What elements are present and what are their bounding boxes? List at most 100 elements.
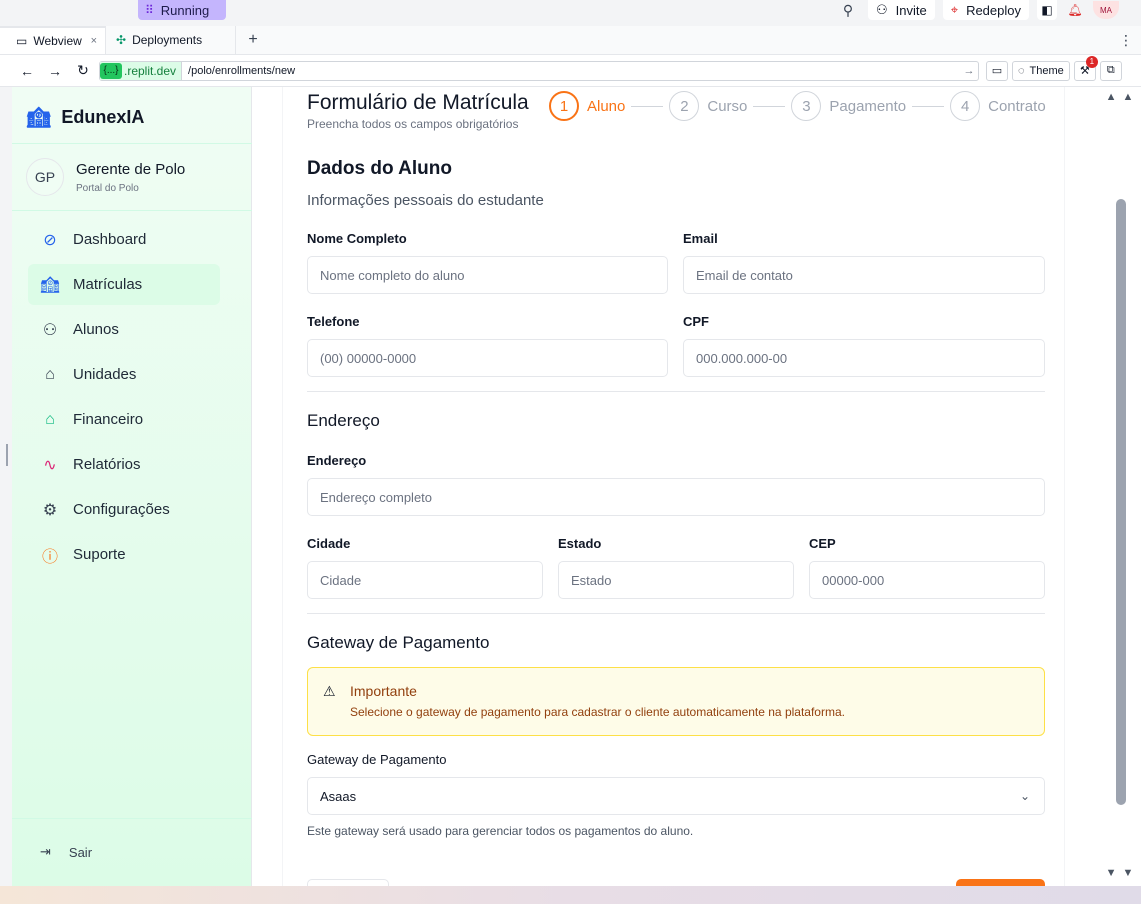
back-button[interactable] bbox=[307, 879, 389, 886]
devtools-button[interactable]: ⚒ 1 bbox=[1073, 55, 1098, 81]
store-icon: ⌂ bbox=[45, 365, 55, 383]
scroll-down-icon[interactable]: ▼▼ bbox=[1104, 867, 1141, 879]
sidebar-item-financeiro[interactable]: ⌂ Financeiro bbox=[28, 399, 220, 440]
step-curso[interactable]: 2 Curso bbox=[669, 91, 747, 121]
email-input[interactable] bbox=[683, 256, 1045, 294]
deploy-icon: ⌖ bbox=[950, 2, 959, 17]
running-status[interactable]: ⠿ Running bbox=[138, 0, 226, 20]
os-taskbar bbox=[0, 886, 1141, 904]
panel-toggle-button[interactable]: ◧ bbox=[1037, 0, 1057, 20]
avatar: GP bbox=[26, 158, 64, 196]
sidebar: 🏫︎ EdunexIA GP Gerente de Polo Portal do… bbox=[12, 87, 252, 886]
deployments-icon: ✣ bbox=[116, 33, 127, 47]
devices-button[interactable]: ▭ bbox=[986, 60, 1008, 81]
alert-message: Selecione o gateway de pagamento para ca… bbox=[350, 705, 845, 719]
url-path: /polo/enrollments/new bbox=[188, 64, 296, 77]
cpf-input[interactable] bbox=[683, 339, 1045, 377]
sidebar-item-unidades[interactable]: ⌂ Unidades bbox=[28, 354, 220, 395]
cep-input[interactable] bbox=[809, 561, 1045, 599]
step-aluno[interactable]: 1 Aluno bbox=[549, 91, 625, 121]
step-connector bbox=[912, 105, 945, 107]
more-vertical-icon[interactable]: ⋮ bbox=[1111, 26, 1141, 54]
next-button[interactable] bbox=[956, 879, 1045, 886]
new-tab-button[interactable]: + bbox=[236, 26, 270, 54]
name-input[interactable] bbox=[307, 256, 668, 294]
user-profile: GP Gerente de Polo Portal do Polo bbox=[26, 158, 185, 196]
divider bbox=[12, 210, 252, 211]
user-avatar[interactable]: MA bbox=[1093, 1, 1119, 19]
scrollbar-thumb[interactable] bbox=[1116, 199, 1126, 805]
section-desc-student: Informações pessoais do estudante bbox=[307, 192, 544, 209]
phone-input[interactable] bbox=[307, 339, 668, 377]
resize-handle[interactable] bbox=[6, 444, 8, 466]
reload-icon[interactable]: ↻ bbox=[69, 62, 97, 79]
address-input[interactable] bbox=[307, 478, 1045, 516]
users-icon: ⚇ bbox=[42, 321, 58, 339]
redeploy-button[interactable]: ⌖ Redeploy bbox=[942, 0, 1029, 20]
alert-title: Importante bbox=[350, 683, 417, 699]
section-title-gateway: Gateway de Pagamento bbox=[307, 633, 490, 652]
sidebar-item-suporte[interactable]: ⓘ Suporte bbox=[28, 534, 220, 575]
cep-label: CEP bbox=[809, 536, 836, 551]
chart-icon: ∿ bbox=[43, 456, 57, 474]
eye-off-icon: ⊘ bbox=[43, 231, 57, 249]
step-connector bbox=[631, 105, 664, 107]
add-user-icon: ⚇ bbox=[876, 2, 888, 17]
invite-button[interactable]: ⚇ Invite bbox=[868, 0, 935, 20]
enrollment-form: Formulário de Matrícula Preencha todos o… bbox=[282, 87, 1065, 886]
close-tab-icon[interactable]: × bbox=[91, 35, 97, 47]
running-label: Running bbox=[160, 2, 210, 18]
tab-deployments[interactable]: ✣ Deployments bbox=[106, 26, 236, 54]
pane-edge bbox=[0, 87, 12, 886]
search-icon[interactable]: ⚲ bbox=[836, 2, 860, 19]
sidebar-item-configuracoes[interactable]: ⚙ Configurações bbox=[28, 489, 220, 530]
stepper: 1 Aluno 2 Curso 3 Pagamento 4 Contrato bbox=[549, 91, 1046, 121]
sidebar-item-dashboard[interactable]: ⊘ Dashboard bbox=[28, 219, 220, 260]
grid-icon: ⠿ bbox=[145, 3, 154, 17]
sidebar-item-alunos[interactable]: ⚇ Alunos bbox=[28, 309, 220, 350]
divider bbox=[307, 391, 1045, 392]
user-role: Portal do Polo bbox=[76, 182, 139, 194]
tab-webview[interactable]: ▭ Webview × bbox=[0, 26, 106, 54]
monitor-icon: ▭ bbox=[991, 65, 1003, 77]
sidebar-item-matriculas[interactable]: 🏫︎ Matrículas bbox=[28, 264, 220, 305]
webview: 🏫︎ EdunexIA GP Gerente de Polo Portal do… bbox=[12, 87, 1141, 886]
sidebar-nav: ⊘ Dashboard 🏫︎ Matrículas ⚇ Alunos ⌂ Uni… bbox=[28, 219, 220, 579]
gateway-select[interactable]: Asaas ⌄ bbox=[307, 777, 1045, 815]
state-input[interactable] bbox=[558, 561, 794, 599]
page-subtitle: Preencha todos os campos obrigatórios bbox=[307, 117, 519, 131]
cpf-label: CPF bbox=[683, 314, 709, 329]
page-title: Formulário de Matrícula bbox=[307, 91, 529, 114]
sidebar-item-relatorios[interactable]: ∿ Relatórios bbox=[28, 444, 220, 485]
webview-urlbar: ← → ↻ {...} .replit.dev /polo/enrollment… bbox=[0, 55, 1141, 87]
help-icon: ⓘ bbox=[41, 548, 58, 566]
gear-icon: ⚙ bbox=[42, 501, 58, 519]
section-title-student: Dados do Aluno bbox=[307, 158, 452, 179]
arrow-right-icon[interactable]: → bbox=[960, 65, 978, 77]
scroll-up-icon[interactable]: ▲▲ bbox=[1104, 91, 1141, 103]
step-connector bbox=[753, 105, 786, 107]
divider bbox=[12, 143, 252, 144]
replit-topbar: ⠿ Running ⚲ ⚇ Invite ⌖ Redeploy ◧ 🔔︎ MA bbox=[0, 0, 1141, 26]
address-label: Endereço bbox=[307, 453, 367, 468]
school-icon: 🏫︎ bbox=[26, 107, 52, 129]
bell-icon[interactable]: 🔔︎ bbox=[1065, 3, 1085, 17]
back-icon[interactable]: ← bbox=[13, 63, 41, 79]
dev-chip: {...} bbox=[100, 62, 122, 79]
step-contrato[interactable]: 4 Contrato bbox=[950, 91, 1046, 121]
name-label: Nome Completo bbox=[307, 231, 407, 246]
email-label: Email bbox=[683, 231, 718, 246]
main-scroll-area: Formulário de Matrícula Preencha todos o… bbox=[252, 87, 1141, 886]
step-pagamento[interactable]: 3 Pagamento bbox=[791, 91, 906, 121]
theme-button[interactable]: ◌ Theme bbox=[1012, 60, 1070, 81]
logout-icon: ⇥ bbox=[40, 844, 51, 859]
scrollbar[interactable]: ▲▲ ▼▼ bbox=[1104, 87, 1141, 886]
open-external-button[interactable]: ⧉ bbox=[1099, 60, 1122, 81]
monitor-icon: ▭ bbox=[16, 34, 28, 48]
school-icon: 🏫︎ bbox=[40, 276, 61, 294]
city-input[interactable] bbox=[307, 561, 543, 599]
url-field[interactable]: {...} .replit.dev /polo/enrollments/new … bbox=[99, 60, 979, 81]
forward-icon[interactable]: → bbox=[41, 63, 69, 79]
logout-button[interactable]: ⇥ Sair bbox=[40, 844, 92, 860]
brand[interactable]: 🏫︎ EdunexIA bbox=[26, 105, 144, 130]
